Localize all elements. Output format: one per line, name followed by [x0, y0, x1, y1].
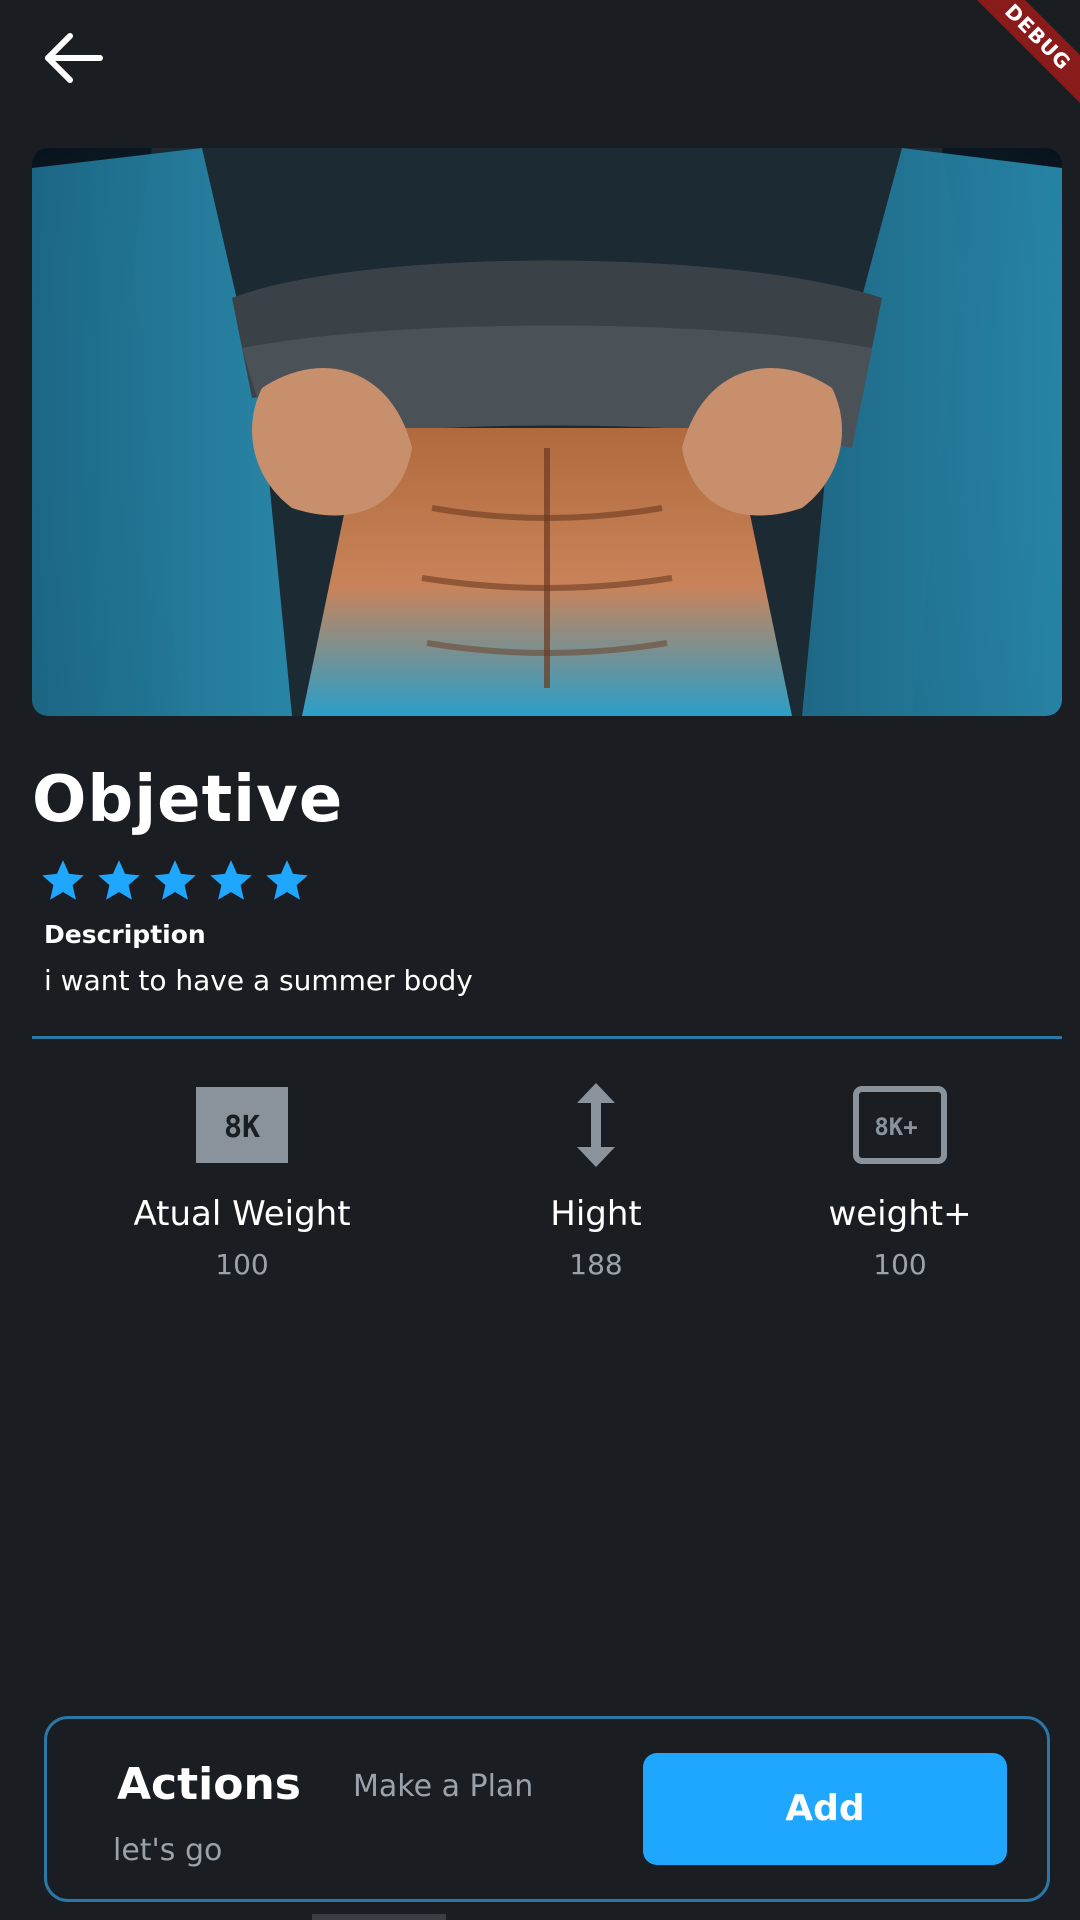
stat-value: 100	[215, 1248, 269, 1281]
home-indicator	[312, 1914, 446, 1920]
stat-actual-weight: 8K Atual Weight 100	[92, 1080, 392, 1281]
stat-label: Atual Weight	[133, 1194, 351, 1234]
weight-8k-icon: 8K	[196, 1087, 288, 1163]
back-button[interactable]	[38, 24, 118, 94]
star-icon	[98, 860, 140, 900]
objective-screen: DEBUG Objetive Description i want to hav…	[0, 0, 1080, 1920]
stat-label: weight+	[828, 1194, 972, 1234]
description-label: Description	[44, 920, 206, 949]
section-divider	[32, 1036, 1062, 1039]
actions-subtitle: Make a Plan	[353, 1769, 534, 1804]
add-button[interactable]: Add	[643, 1753, 1007, 1865]
hero-image	[32, 148, 1062, 716]
actions-note: let's go	[113, 1833, 223, 1868]
objective-title: Objetive	[32, 763, 344, 837]
actions-title: Actions	[117, 1759, 301, 1810]
height-arrow-icon	[577, 1083, 615, 1167]
stat-weight-plus: 8K+ weight+ 100	[750, 1080, 1050, 1281]
stat-height: Hight 188	[446, 1080, 746, 1281]
star-icon	[154, 860, 196, 900]
svg-text:8K: 8K	[224, 1110, 260, 1145]
abs-photo-image	[32, 148, 1062, 716]
weight-plus-icon: 8K+	[853, 1086, 947, 1164]
stat-value: 100	[873, 1248, 927, 1281]
stat-label: Hight	[550, 1194, 642, 1234]
actions-card: Actions Make a Plan let's go Add	[44, 1716, 1050, 1902]
svg-text:8K+: 8K+	[874, 1113, 917, 1141]
back-arrow-icon	[45, 33, 103, 83]
debug-banner-label: DEBUG	[960, 0, 1080, 120]
description-text: i want to have a summer body	[44, 964, 473, 997]
debug-banner: DEBUG	[960, 0, 1080, 120]
star-icon	[266, 860, 308, 900]
stat-value: 188	[569, 1248, 623, 1281]
rating-stars	[38, 856, 312, 906]
star-icon	[42, 860, 84, 900]
star-icon	[210, 860, 252, 900]
